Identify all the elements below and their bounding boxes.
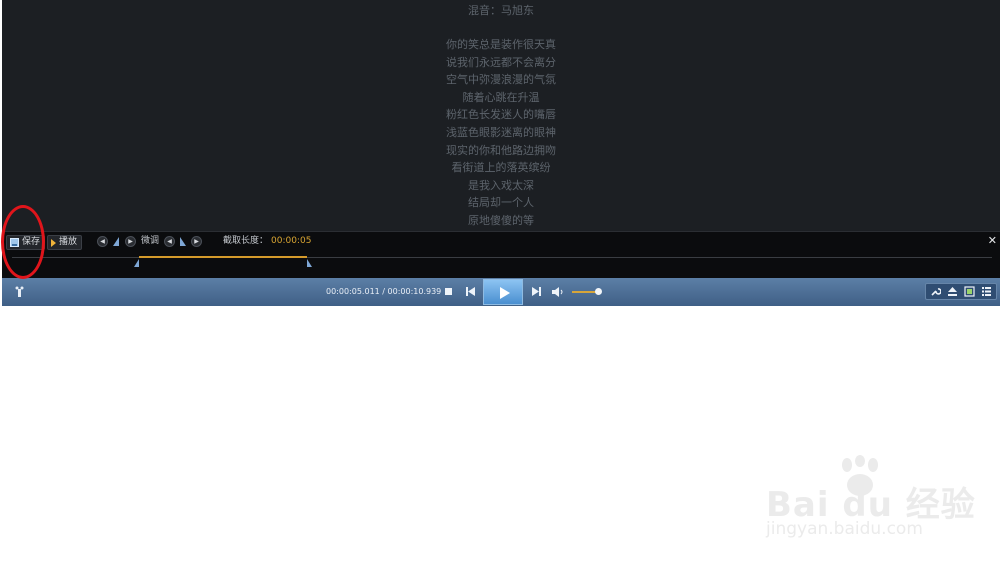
play-clip-button[interactable]: 播放 bbox=[47, 235, 83, 250]
volume-knob[interactable] bbox=[595, 288, 602, 295]
lyric-line: 原地傻傻的等 bbox=[468, 213, 534, 227]
close-icon[interactable]: ✕ bbox=[988, 234, 997, 247]
lyric-line: 现实的你和他路边拥吻 bbox=[446, 143, 556, 157]
wrench-icon[interactable] bbox=[930, 286, 941, 297]
end-nudge-left-button[interactable]: ◀ bbox=[164, 236, 175, 247]
clip-length-value: 00:00:05 bbox=[271, 236, 312, 246]
lyric-line: 随着心跳在升温 bbox=[462, 90, 540, 104]
start-nudge-right-button[interactable]: ▶ bbox=[125, 236, 136, 247]
playlist-icon[interactable] bbox=[981, 286, 992, 297]
watermark-url: jingyan.baidu.com bbox=[766, 519, 923, 539]
end-nudge-right-button[interactable]: ▶ bbox=[191, 236, 202, 247]
play-clip-label: 播放 bbox=[59, 237, 78, 247]
lyric-line: 粉红色长发迷人的嘴唇 bbox=[446, 108, 556, 122]
eject-icon[interactable] bbox=[947, 286, 958, 297]
lyric-line: 说我们永远都不会离分 bbox=[446, 55, 556, 69]
clip-selection-range bbox=[139, 256, 307, 258]
clip-length-label: 截取长度： bbox=[223, 236, 269, 246]
playback-time: 00:00:05.011 / 00:00:10.939 bbox=[326, 287, 442, 296]
lyric-line: 你的笑总是装作很天真 bbox=[446, 38, 556, 51]
lyric-line: 浅蓝色眼影迷离的眼神 bbox=[446, 125, 556, 139]
stop-icon[interactable] bbox=[445, 288, 452, 295]
media-player-window: 混音：马旭东 你的笑总是装作很天真 说我们永远都不会离分 空气中弥漫浪漫的气氛 … bbox=[2, 0, 1000, 306]
lyric-line: 空气中弥漫浪漫的气氛 bbox=[446, 73, 556, 87]
video-area[interactable]: 混音：马旭东 你的笑总是装作很天真 说我们永远都不会离分 空气中弥漫浪漫的气氛 … bbox=[2, 0, 1000, 231]
start-nudge-left-button[interactable]: ◀ bbox=[97, 236, 108, 247]
mascot-icon[interactable] bbox=[15, 286, 24, 297]
tool-buttons-group bbox=[925, 283, 997, 300]
finetune-label: 微调 bbox=[141, 236, 160, 246]
end-marker-icon bbox=[180, 237, 186, 246]
play-icon bbox=[500, 287, 510, 299]
screenshot-icon[interactable] bbox=[964, 286, 975, 297]
next-icon[interactable] bbox=[532, 287, 541, 296]
previous-icon[interactable] bbox=[466, 287, 475, 296]
start-marker-icon bbox=[113, 237, 119, 246]
playback-control-bar: 00:00:05.011 / 00:00:10.939 bbox=[2, 278, 1000, 306]
play-icon bbox=[51, 238, 56, 247]
clip-end-handle[interactable] bbox=[307, 259, 312, 267]
annotation-circle bbox=[1, 205, 45, 279]
lyric-line: 结局却一个人 bbox=[468, 196, 534, 210]
baidu-jingyan-watermark: Bai du 经验 jingyan.baidu.com bbox=[766, 455, 975, 545]
volume-icon[interactable] bbox=[552, 287, 565, 297]
lyric-credit: 混音：马旭东 bbox=[468, 4, 534, 17]
play-button[interactable] bbox=[483, 279, 523, 305]
lyric-line: 是我入戏太深 bbox=[468, 178, 534, 192]
lyrics-list: 你的笑总是装作很天真 说我们永远都不会离分 空气中弥漫浪漫的气氛 随着心跳在升温… bbox=[2, 36, 1000, 230]
clip-start-handle[interactable] bbox=[134, 259, 139, 267]
lyric-line: 看街道上的落英缤纷 bbox=[451, 161, 551, 175]
clip-toolbar: 保存 播放 ◀ ▶ 微调 ◀ ▶ 截取长度： 00:00:05 ✕ bbox=[2, 231, 1000, 279]
